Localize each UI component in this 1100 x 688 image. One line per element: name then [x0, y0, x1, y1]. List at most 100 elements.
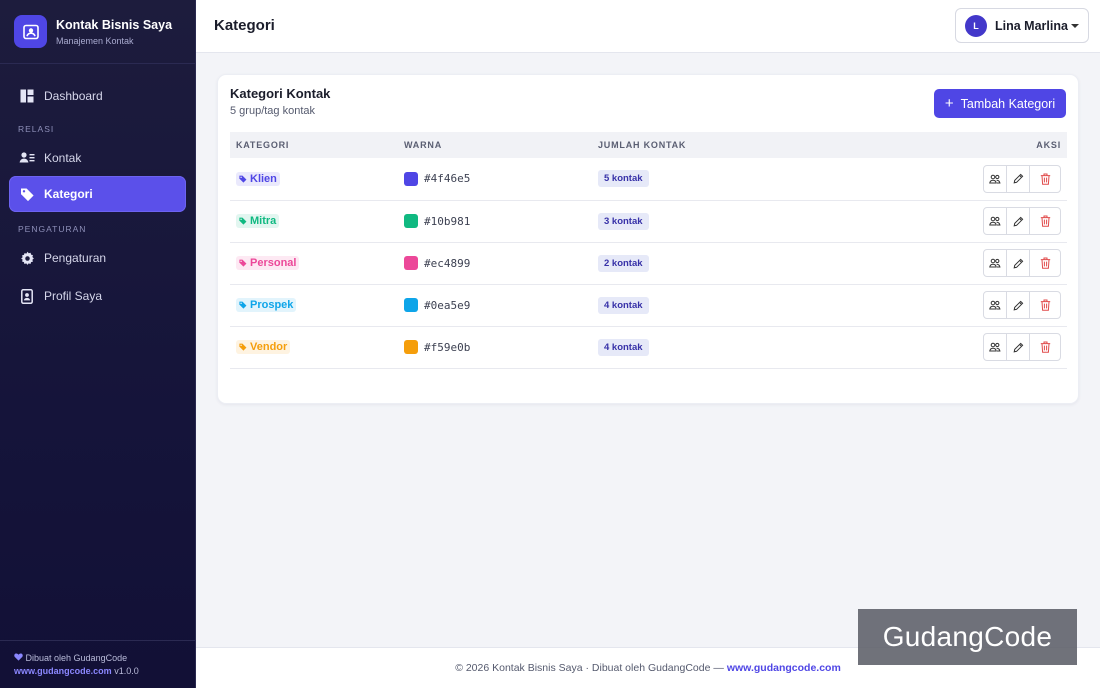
sidebar-item-kategori[interactable]: Kategori	[9, 176, 186, 212]
users-icon	[989, 258, 1001, 268]
color-hex: #10b981	[424, 214, 471, 228]
color-swatch	[404, 298, 418, 312]
view-members-button[interactable]	[983, 164, 1007, 193]
cell-aksi	[844, 242, 1067, 284]
sidebar-item-dashboard[interactable]: Dashboard	[9, 78, 186, 114]
cell-warna: #f59e0b	[398, 326, 592, 368]
table-row: Prospek #0ea5e9 4 kontak	[230, 284, 1067, 326]
color-swatch	[404, 214, 418, 228]
app-version: v1.0.0	[114, 666, 139, 676]
edit-button[interactable]	[1006, 249, 1030, 277]
color-swatch	[404, 171, 418, 186]
tag-icon	[239, 301, 247, 309]
sidebar-item-pengaturan[interactable]: Pengaturan	[9, 240, 186, 276]
sidebar-item-kontak[interactable]: Kontak	[9, 140, 186, 176]
nav-section-pengaturan: PENGATURAN	[18, 224, 87, 234]
column-header-jumlah: JUMLAH KONTAK	[598, 140, 687, 150]
contact-count-badge: 2 kontak	[598, 254, 649, 272]
trash-icon	[1040, 299, 1050, 311]
column-header-aksi: AKSI	[1036, 140, 1061, 150]
contacts-icon	[19, 150, 35, 166]
cell-jumlah: 5 kontak	[592, 158, 844, 200]
gear-icon	[19, 250, 35, 266]
color-hex: #4f46e5	[424, 172, 471, 186]
delete-button[interactable]	[1029, 333, 1061, 361]
card-subtitle: 5 grup/tag kontak	[230, 105, 316, 117]
sidebar-item-label: Profil Saya	[44, 289, 103, 303]
sidebar-item-label: Pengaturan	[44, 251, 107, 265]
trash-icon	[1040, 257, 1050, 269]
tag-icon	[239, 175, 247, 183]
sidebar-item-label: Kategori	[44, 187, 93, 201]
cell-aksi	[844, 326, 1067, 368]
cell-jumlah: 4 kontak	[592, 284, 844, 326]
brand-subtitle: Manajemen Kontak	[56, 35, 134, 46]
footer-link[interactable]: www.gudangcode.com	[727, 662, 841, 674]
trash-icon	[1040, 215, 1050, 227]
users-icon	[989, 300, 1001, 310]
category-tag[interactable]: Prospek	[236, 298, 297, 312]
profile-icon	[19, 288, 35, 304]
table-row: Personal #ec4899 2 kontak	[230, 242, 1067, 284]
users-icon	[989, 216, 1001, 226]
delete-button[interactable]	[1029, 207, 1061, 235]
column-header-warna: WARNA	[404, 140, 442, 150]
trash-icon	[1040, 341, 1050, 353]
sidebar-item-label: Dashboard	[44, 89, 103, 103]
color-hex: #ec4899	[424, 256, 471, 270]
column-header-kategori: KATEGORI	[236, 140, 290, 150]
watermark: GudangCode	[858, 609, 1077, 665]
tag-icon	[239, 343, 247, 351]
brand[interactable]: Kontak Bisnis Saya Manajemen Kontak	[0, 0, 195, 64]
sidebar-footer-link[interactable]: www.gudangcode.com	[14, 666, 112, 676]
category-tag[interactable]: Klien	[236, 171, 280, 186]
delete-button[interactable]	[1029, 291, 1061, 319]
color-swatch	[404, 340, 418, 354]
category-tag[interactable]: Vendor	[236, 340, 291, 354]
user-name: Lina Marlina	[995, 18, 1068, 33]
user-menu-button[interactable]: L Lina Marlina	[955, 8, 1089, 43]
edit-button[interactable]	[1006, 164, 1030, 193]
heart-icon	[14, 653, 23, 663]
chevron-down-icon	[1071, 23, 1079, 28]
cell-warna: #0ea5e9	[398, 284, 592, 326]
brand-name: Kontak Bisnis Saya	[56, 17, 173, 32]
cell-kategori: Vendor	[230, 326, 398, 368]
cell-warna: #ec4899	[398, 242, 592, 284]
page-title: Kategori	[214, 17, 275, 34]
color-hex: #0ea5e9	[424, 298, 471, 312]
sidebar-item-profil[interactable]: Profil Saya	[9, 278, 186, 314]
cell-warna: #10b981	[398, 200, 592, 242]
delete-button[interactable]	[1029, 249, 1061, 277]
view-members-button[interactable]	[983, 333, 1007, 361]
view-members-button[interactable]	[983, 249, 1007, 277]
tag-icon	[239, 259, 247, 267]
view-members-button[interactable]	[983, 207, 1007, 235]
category-tag[interactable]: Personal	[236, 256, 300, 270]
card-title: Kategori Kontak	[230, 86, 331, 101]
table-row: Klien #4f46e5 5 kontak	[230, 158, 1067, 200]
cell-aksi	[844, 158, 1067, 200]
cell-jumlah: 3 kontak	[592, 200, 844, 242]
add-category-button[interactable]: + Tambah Kategori	[934, 89, 1066, 118]
view-members-button[interactable]	[983, 291, 1007, 319]
tag-icon	[239, 217, 247, 225]
delete-button[interactable]	[1029, 164, 1061, 193]
pencil-icon	[1013, 258, 1023, 268]
sidebar-footer: Dibuat oleh GudangCode www.gudangcode.co…	[0, 640, 195, 688]
cell-aksi	[844, 284, 1067, 326]
cell-kategori: Personal	[230, 242, 398, 284]
edit-button[interactable]	[1006, 333, 1030, 361]
categories-card: Kategori Kontak 5 grup/tag kontak + Tamb…	[217, 74, 1079, 404]
cell-kategori: Prospek	[230, 284, 398, 326]
edit-button[interactable]	[1006, 291, 1030, 319]
avatar: L	[965, 14, 987, 37]
edit-button[interactable]	[1006, 207, 1030, 235]
color-hex: #f59e0b	[424, 340, 471, 354]
sidebar-footer-text: Dibuat oleh GudangCode	[25, 653, 128, 663]
category-tag[interactable]: Mitra	[236, 214, 280, 228]
cell-kategori: Mitra	[230, 200, 398, 242]
sidebar-item-label: Kontak	[44, 151, 82, 165]
pencil-icon	[1013, 173, 1023, 184]
cell-warna: #4f46e5	[398, 158, 592, 200]
